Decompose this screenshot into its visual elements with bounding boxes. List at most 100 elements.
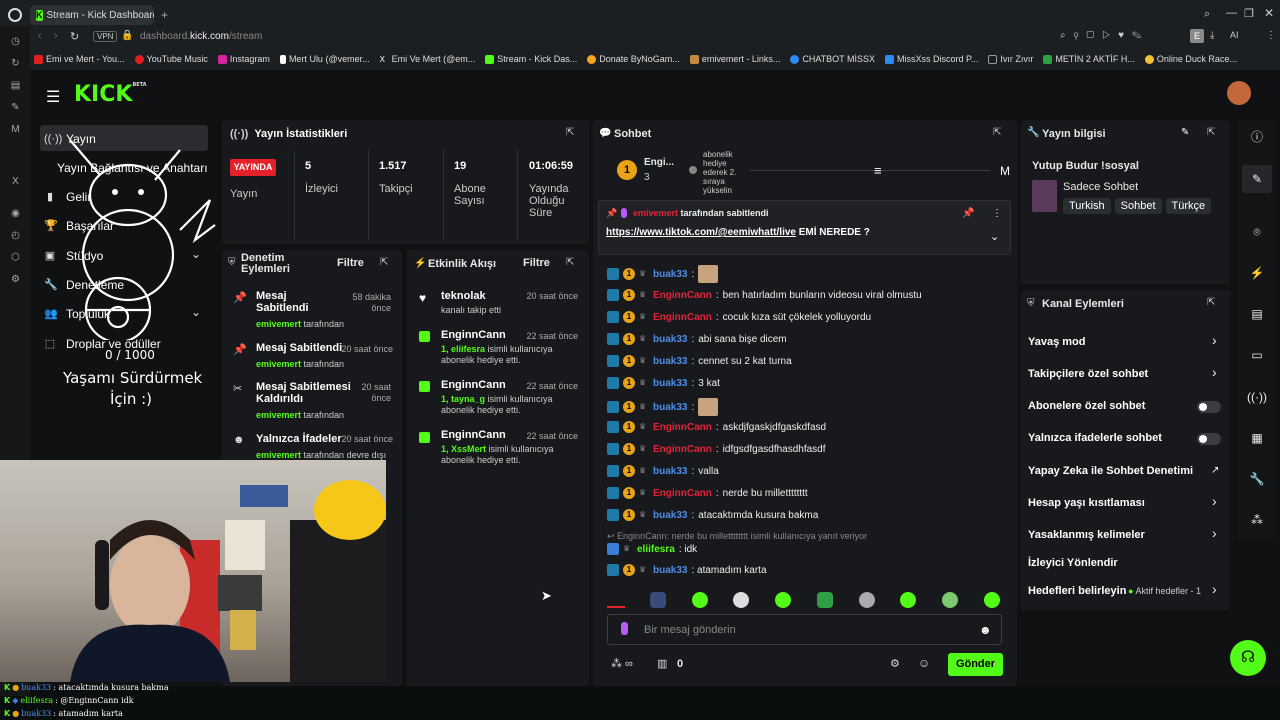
bookmark[interactable]: emivemert - Links... [689,54,780,64]
chat-username[interactable]: buak33 [653,466,687,477]
pinned-user[interactable]: emivemert [633,208,678,218]
clock-icon[interactable]: ◴ [10,230,21,241]
chat-username[interactable]: EnginnCann [653,444,712,455]
chat-username[interactable]: buak33 [653,269,687,280]
bookmark-folder[interactable]: Ivır Zıvır [988,54,1033,64]
chat-username[interactable]: buak33 [653,356,687,367]
info-icon[interactable]: ⓘ [1247,127,1267,147]
action-ai-moderation[interactable]: Yapay Zeka ile Sohbet Denetimi [1028,465,1193,477]
emote-icon[interactable] [859,592,875,608]
close-icon[interactable]: ✕ [1264,6,1274,20]
new-tab-icon[interactable]: + [161,8,168,22]
action-account-age[interactable]: Hesap yaşı kısıtlaması [1028,497,1145,509]
chevron-right-icon[interactable]: › [1212,332,1217,348]
search-icon[interactable]: ⌕ [1204,8,1210,21]
chat-username[interactable]: buak33 [653,334,687,345]
action-banned-words[interactable]: Yasaklanmış kelimeler [1028,529,1145,541]
bookmark[interactable]: MissXss Discord P... [885,54,978,64]
ai-icon[interactable]: AI [1230,30,1239,40]
mod-user[interactable]: emivemert [256,359,301,369]
mod-user[interactable]: emivemert [256,410,301,420]
emote-icon[interactable] [775,592,791,608]
wallet-icon[interactable]: ▤ [10,80,21,91]
edit-icon[interactable]: ✎ [1181,127,1189,138]
moderation-filter-button[interactable]: Filtre [337,257,364,269]
community-icon[interactable]: ⁂ [1247,510,1267,530]
emote-icon[interactable] [692,592,708,608]
top-gifter-name[interactable]: Engi... [644,157,674,168]
browser-logo-icon[interactable] [8,8,22,22]
chat-bubble-icon[interactable]: ▭ [1247,345,1267,365]
emoji-picker-icon[interactable]: ☻ [979,623,992,637]
bookmark[interactable]: Instagram [217,54,270,64]
expand-icon[interactable]: ⇱ [566,127,577,138]
x-app-icon[interactable]: X [10,176,21,187]
reload-icon[interactable]: ↻ [70,30,79,43]
chat-image[interactable] [698,265,719,283]
emote-icon[interactable] [900,592,916,608]
store-icon[interactable]: ▥ [657,657,667,670]
forward-icon[interactable]: › [54,30,58,42]
more-icon[interactable]: ⋮ [992,208,1002,219]
action-goals[interactable]: Hedefleri belirleyin [1028,585,1126,597]
emote-icon[interactable] [984,592,1000,608]
chat-username[interactable]: EnginnCann [653,422,712,433]
chevron-right-icon[interactable]: › [1212,525,1217,541]
chat-username[interactable]: EnginnCann [653,290,712,301]
settings-icon[interactable]: ⚙ [890,657,900,670]
action-subs-only[interactable]: Abonelere özel sohbet [1028,400,1145,412]
chat-username[interactable]: buak33 [653,565,687,576]
tag[interactable]: Turkish [1063,198,1111,214]
bookmark[interactable]: Emi ve Mert - You... [34,54,125,64]
kick-logo[interactable]: KICKBETA [74,82,147,107]
unpin-icon[interactable]: 📌 [962,208,974,219]
browser-tab-active[interactable]: K Stream - Kick Dashboard [30,5,154,25]
mod-user[interactable]: emivemert [256,319,301,329]
mod-user[interactable]: emivemert [256,450,301,460]
bookmark[interactable]: METİN 2 AKTİF H... [1043,54,1135,64]
mail-icon[interactable]: M [10,124,21,135]
menu-dots-icon[interactable]: ⋮ [1266,30,1276,41]
emote-icon[interactable] [650,592,666,608]
player-icon[interactable]: ◉ [10,208,21,219]
layout-icon[interactable]: ▦ [1247,428,1267,448]
maximize-icon[interactable]: ❐ [1244,7,1254,20]
vpn-badge[interactable]: VPN [93,31,118,42]
expand-icon[interactable]: ⇱ [1207,127,1215,138]
emote-only-toggle[interactable] [1197,433,1221,445]
avatar[interactable] [1227,81,1251,105]
tag[interactable]: Türkçe [1165,198,1212,214]
subs-only-toggle[interactable] [1197,401,1221,413]
emote-icon[interactable] [817,592,833,608]
bookmark[interactable]: Mert Ulu (@vemer... [279,54,370,64]
chevron-down-icon[interactable]: ⌄ [990,230,999,243]
history-icon[interactable]: ◷ [10,36,21,47]
reload-panel-icon[interactable]: ↻ [10,58,21,69]
bookmark[interactable]: Stream - Kick Das... [485,54,577,64]
bookmark[interactable]: Online Duck Race... [1144,54,1237,64]
chat-username[interactable]: EnginnCann [653,488,712,499]
emote-icon[interactable] [733,592,749,608]
filter-lines-icon[interactable]: ≡ [874,163,882,178]
chat-username[interactable]: eliifesra [637,544,675,555]
chat-username[interactable]: buak33 [653,510,687,521]
expand-icon[interactable]: ⇱ [993,127,1001,138]
chevron-right-icon[interactable]: › [1212,581,1217,597]
action-followers-only[interactable]: Takipçilere özel sohbet [1028,368,1148,380]
stream-category[interactable]: Sadece Sohbet [1063,181,1138,193]
chat-username[interactable]: EnginnCann [653,312,712,323]
chat-username[interactable]: buak33 [653,378,687,389]
action-emote-only[interactable]: Yalnızca ifadelerle sohbet [1028,432,1162,444]
edit-icon[interactable]: ✎ [1247,169,1267,189]
broadcast-icon[interactable]: ((·)) [1247,387,1267,407]
activity-filter-button[interactable]: Filtre [523,257,550,269]
settings-icon[interactable]: ⚙ [10,274,21,285]
wrench-icon[interactable]: 🔧 [1247,469,1267,489]
chat-image[interactable] [698,398,719,416]
document-icon[interactable]: ▤ [1247,304,1267,324]
hamburger-menu-icon[interactable]: ☰ [46,87,60,107]
action-raid[interactable]: İzleyici Yönlendir [1028,557,1118,569]
points-icon[interactable]: ⁂ ∞ [611,657,633,670]
extension-e-icon[interactable]: E [1190,29,1204,43]
chevron-right-icon[interactable]: › [1212,493,1217,509]
